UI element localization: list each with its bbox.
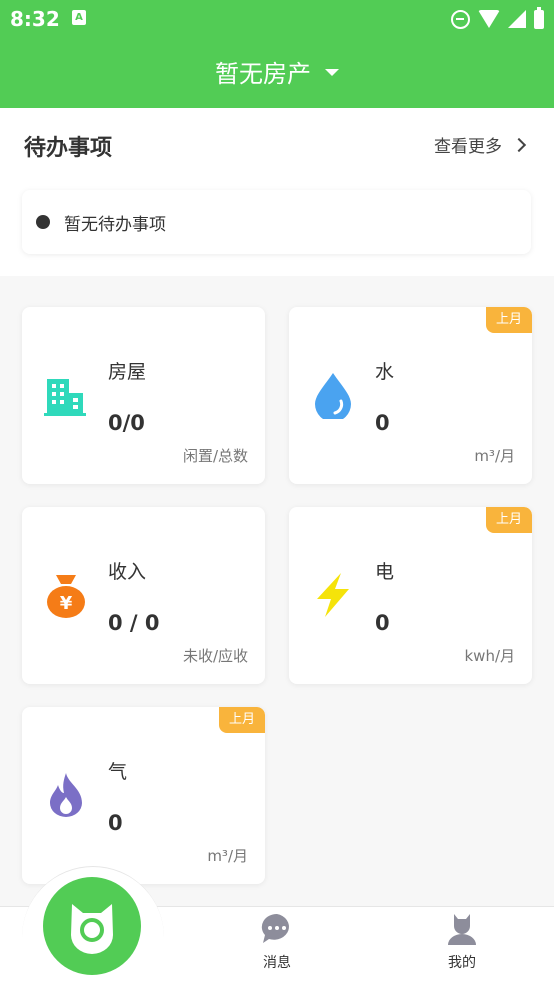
home-button[interactable] <box>43 877 141 975</box>
status-bar: 8:32 A <box>0 0 554 38</box>
caret-down-icon <box>325 68 339 76</box>
last-month-badge: 上月 <box>219 707 265 733</box>
water-stat-value: 0 <box>375 411 390 435</box>
gas-stat-name: 气 <box>108 761 128 783</box>
water-stat-card[interactable]: 上月 水 0 m³/月 <box>289 307 532 484</box>
user-profile-icon <box>448 914 476 945</box>
gas-stat-value: 0 <box>108 811 123 835</box>
chat-bubble-icon <box>261 913 289 943</box>
todo-title: 待办事项 <box>24 136 113 161</box>
income-stat-unit: 未收/应收 <box>182 647 248 665</box>
nav-mine-label: 我的 <box>448 955 476 971</box>
see-more-link[interactable]: 查看更多 <box>434 132 527 157</box>
house-stat-card[interactable]: 房屋 0/0 闲置/总数 <box>22 307 265 484</box>
todo-empty-text: 暂无待办事项 <box>64 214 166 235</box>
todo-section: 待办事项 查看更多 暂无待办事项 <box>0 108 554 276</box>
house-stat-unit: 闲置/总数 <box>182 447 248 465</box>
app-header: 8:32 A 暂无房产 <box>0 0 554 108</box>
house-stat-name: 房屋 <box>108 361 147 383</box>
money-bag-icon: ¥ <box>47 575 85 618</box>
water-stat-unit: m³/月 <box>474 447 515 465</box>
cell-signal-icon <box>508 10 526 28</box>
house-stat-value: 0/0 <box>108 411 145 435</box>
cat-logo-icon <box>71 904 113 954</box>
property-selector[interactable]: 暂无房产 <box>0 52 554 90</box>
electricity-stat-name: 电 <box>375 561 395 583</box>
last-month-badge: 上月 <box>486 507 532 533</box>
nav-mine[interactable]: 我的 <box>422 912 502 978</box>
nav-messages[interactable]: 消息 <box>237 912 317 978</box>
bullet-dot-icon <box>36 215 50 229</box>
nav-messages-label: 消息 <box>263 955 291 971</box>
see-more-label: 查看更多 <box>434 137 502 157</box>
income-stat-value: 0 / 0 <box>108 611 160 635</box>
wifi-icon <box>478 10 500 28</box>
income-stat-card[interactable]: ¥ 收入 0 / 0 未收/应收 <box>22 507 265 684</box>
gas-stat-unit: m³/月 <box>207 847 248 865</box>
building-icon <box>44 379 86 416</box>
battery-icon <box>534 6 544 29</box>
app-notification-icon: A <box>72 10 86 25</box>
electricity-stat-card[interactable]: 上月 电 0 kwh/月 <box>289 507 532 684</box>
svg-text:¥: ¥ <box>60 593 73 614</box>
chevron-right-icon <box>511 137 527 152</box>
income-stat-name: 收入 <box>108 561 147 583</box>
flame-icon <box>50 773 82 817</box>
last-month-badge: 上月 <box>486 307 532 333</box>
do-not-disturb-icon <box>451 9 470 29</box>
electricity-stat-value: 0 <box>375 611 390 635</box>
water-stat-name: 水 <box>375 361 395 383</box>
gas-stat-card[interactable]: 上月 气 0 m³/月 <box>22 707 265 884</box>
water-drop-icon <box>315 373 351 419</box>
todo-empty-card[interactable]: 暂无待办事项 <box>22 190 531 254</box>
lightning-icon <box>317 573 349 617</box>
status-time: 8:32 <box>10 7 60 31</box>
electricity-stat-unit: kwh/月 <box>464 647 515 665</box>
property-selector-label: 暂无房产 <box>215 59 311 88</box>
